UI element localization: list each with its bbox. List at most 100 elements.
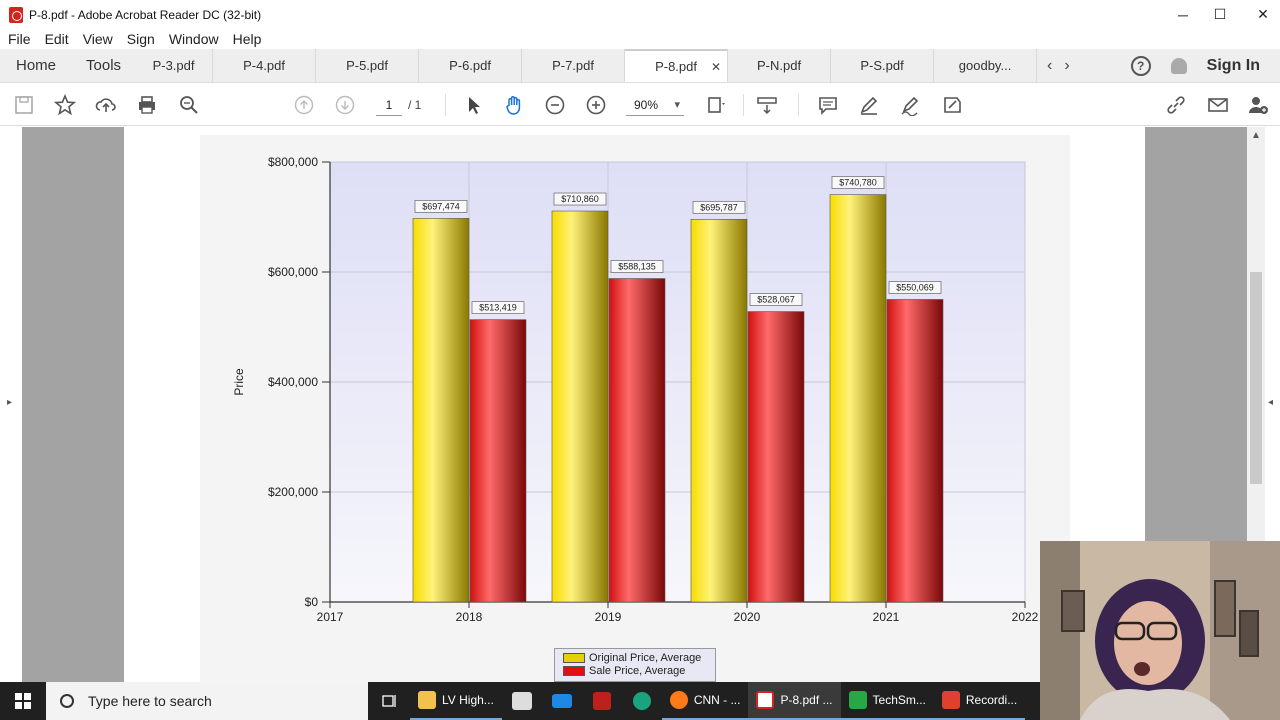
- taskbar-app-recording[interactable]: Recordi...: [933, 682, 1026, 720]
- menu-sign[interactable]: Sign: [127, 31, 155, 47]
- scroll-mode-icon[interactable]: [755, 93, 779, 117]
- zoom-level-select[interactable]: 90%: [626, 94, 684, 116]
- legend-label: Original Price, Average: [589, 651, 702, 664]
- zoom-search-icon[interactable]: [177, 93, 201, 117]
- bar-sale-2021: [886, 299, 944, 603]
- doc-tab-label: goodby...: [958, 58, 1012, 73]
- legend-swatch: [563, 652, 585, 663]
- tab-next-icon[interactable]: ›: [1064, 57, 1069, 75]
- y-tick-label: $800,000: [268, 155, 318, 169]
- doc-tab-pn[interactable]: P-N.pdf: [728, 49, 832, 82]
- save-icon[interactable]: [12, 93, 36, 117]
- sign-pen-icon[interactable]: [898, 93, 922, 117]
- doc-tab-goodbye[interactable]: goodby...: [934, 49, 1038, 82]
- doc-tab-p7[interactable]: P-7.pdf: [522, 49, 626, 82]
- y-tick-label: $0: [305, 595, 319, 609]
- legend-item-original: Original Price, Average: [563, 651, 715, 664]
- legend-swatch: [563, 665, 585, 676]
- help-icon[interactable]: ?: [1130, 55, 1151, 76]
- y-tick-label: $400,000: [268, 375, 318, 389]
- tab-home[interactable]: Home: [0, 49, 72, 82]
- doc-tab-p4[interactable]: P-4.pdf: [213, 49, 317, 82]
- print-icon[interactable]: [135, 93, 159, 117]
- taskbar-app-acrobat[interactable]: P-8.pdf ...: [748, 682, 841, 720]
- windows-logo-icon: [15, 693, 31, 709]
- tab-prev-icon[interactable]: ‹: [1047, 57, 1052, 75]
- scroll-thumb[interactable]: [1250, 272, 1262, 484]
- data-label: $513,419: [479, 303, 517, 313]
- doc-tab-p5[interactable]: P-5.pdf: [316, 49, 420, 82]
- store-icon[interactable]: [502, 682, 542, 720]
- share-link-icon[interactable]: [1164, 93, 1188, 117]
- data-label: $740,780: [839, 178, 877, 188]
- doc-tab-ps[interactable]: P-S.pdf: [831, 49, 935, 82]
- doc-tab-p3[interactable]: P-3.pdf: [135, 49, 214, 82]
- expand-right-icon[interactable]: ◂: [1268, 397, 1273, 408]
- x-tick-label: 2018: [456, 610, 483, 624]
- search-placeholder: Type here to search: [88, 693, 212, 709]
- bar-original-2021: [829, 194, 887, 603]
- legend-item-sale: Sale Price, Average: [563, 664, 715, 677]
- taskbar-app-label: Recordi...: [965, 693, 1018, 707]
- filezilla-icon[interactable]: [582, 682, 622, 720]
- taskbar-app-techsmith[interactable]: TechSm...: [840, 682, 934, 720]
- taskbar-search-input[interactable]: Type here to search: [46, 682, 368, 720]
- page-fit-icon[interactable]: [704, 93, 728, 117]
- scroll-up-icon[interactable]: ▲: [1251, 130, 1261, 141]
- doc-tab-p6[interactable]: P-6.pdf: [419, 49, 523, 82]
- bar-sale-2019: [608, 278, 666, 603]
- x-tick-label: 2022: [1012, 610, 1039, 624]
- upload-cloud-icon[interactable]: [94, 93, 118, 117]
- data-label: $528,067: [757, 295, 795, 305]
- doc-tab-label: P-8.pdf: [655, 59, 697, 74]
- start-button[interactable]: [0, 682, 46, 720]
- toolbar-divider: [798, 94, 799, 116]
- search-icon: [60, 694, 74, 708]
- mail-icon[interactable]: [542, 682, 582, 720]
- menu-edit[interactable]: Edit: [45, 31, 69, 47]
- webcam-overlay: [1040, 541, 1280, 720]
- menu-help[interactable]: Help: [233, 31, 262, 47]
- left-panel-toggle[interactable]: ▸: [0, 127, 22, 682]
- window-title: P-8.pdf - Adobe Acrobat Reader DC (32-bi…: [29, 7, 262, 22]
- fill-sign-icon[interactable]: [940, 93, 964, 117]
- menu-view[interactable]: View: [83, 31, 113, 47]
- data-label: $588,135: [618, 262, 656, 272]
- sign-in-button[interactable]: Sign In: [1207, 57, 1260, 75]
- menu-bar: File Edit View Sign Window Help: [0, 29, 1280, 49]
- x-tick-label: 2017: [317, 610, 344, 624]
- menu-file[interactable]: File: [8, 31, 31, 47]
- doc-tab-p8[interactable]: P-8.pdf ✕: [625, 49, 729, 82]
- zoom-in-icon[interactable]: [584, 93, 608, 117]
- zoom-out-icon[interactable]: [543, 93, 567, 117]
- prev-page-icon[interactable]: [292, 93, 316, 117]
- x-tick-label: 2021: [873, 610, 900, 624]
- doc-tab-label: P-6.pdf: [449, 58, 491, 73]
- page-number-input[interactable]: 1: [376, 94, 402, 116]
- hand-tool-icon[interactable]: [502, 93, 526, 117]
- close-tab-icon[interactable]: ✕: [711, 60, 721, 74]
- select-cursor-icon[interactable]: [462, 93, 486, 117]
- maximize-button[interactable]: ☐: [1197, 0, 1243, 29]
- highlight-pen-icon[interactable]: [857, 93, 881, 117]
- comment-icon[interactable]: [816, 93, 840, 117]
- taskbar-app-firefox[interactable]: CNN - ...: [661, 682, 749, 720]
- expand-left-icon[interactable]: ▸: [7, 397, 12, 408]
- x-tick-label: 2020: [734, 610, 761, 624]
- doc-tab-label: P-5.pdf: [346, 58, 388, 73]
- next-page-icon[interactable]: [333, 93, 357, 117]
- taskbar-app-explorer[interactable]: LV High...: [410, 682, 502, 720]
- doc-tab-label: P-S.pdf: [860, 58, 904, 73]
- taskbar-app-label: LV High...: [442, 693, 494, 707]
- tab-tools[interactable]: Tools: [72, 49, 135, 82]
- close-window-button[interactable]: ✕: [1240, 0, 1280, 29]
- bell-icon[interactable]: [1170, 57, 1187, 74]
- doc-tab-label: P-3.pdf: [152, 58, 195, 73]
- email-icon[interactable]: [1206, 93, 1230, 117]
- add-user-icon[interactable]: [1246, 93, 1270, 117]
- edge-icon[interactable]: [622, 682, 662, 720]
- menu-window[interactable]: Window: [169, 31, 219, 47]
- task-view-icon[interactable]: [370, 682, 410, 720]
- x-tick-label: 2019: [595, 610, 622, 624]
- star-icon[interactable]: [53, 93, 77, 117]
